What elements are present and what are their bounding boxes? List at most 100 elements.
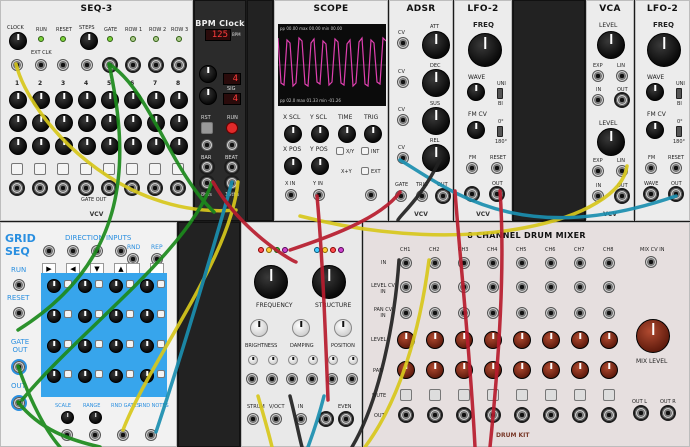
gridseq-pad-r2c2-knob[interactable] xyxy=(78,309,92,323)
gridseq-up-input-jack[interactable] xyxy=(43,245,55,257)
lfo2b-phase-switch[interactable] xyxy=(676,126,682,137)
gridseq-down-input-jack[interactable] xyxy=(91,245,103,257)
seq3-ext-clk-jack[interactable] xyxy=(11,59,23,71)
gridseq-pad-r3c1-knob[interactable] xyxy=(47,339,61,353)
drum-ch8-pan-cv-jack[interactable] xyxy=(603,307,615,319)
gridseq-pad-r1c3-gate[interactable] xyxy=(126,280,134,288)
scope-x-in-jack[interactable] xyxy=(285,189,297,201)
drum-ch1-mute-button[interactable] xyxy=(400,389,412,401)
drum-mixer-mixcv-jack[interactable] xyxy=(645,256,657,268)
drum-ch5-pan-knob[interactable] xyxy=(513,361,531,379)
resonator-cv-jack-5[interactable] xyxy=(326,373,338,385)
drum-ch8-pan-knob[interactable] xyxy=(600,361,618,379)
drum-ch4-level-knob[interactable] xyxy=(484,331,502,349)
resonator-attenuator-2[interactable] xyxy=(268,355,278,365)
seq3-step8-row2-knob[interactable] xyxy=(170,114,188,132)
resonator-attenuator-1[interactable] xyxy=(248,355,258,365)
drum-mixer-out-l-jack[interactable] xyxy=(635,407,647,419)
lfo2b-reset-jack[interactable] xyxy=(670,162,682,174)
drum-ch7-in-jack[interactable] xyxy=(574,257,586,269)
gridseq-bottom-jack-3[interactable] xyxy=(117,429,129,441)
drum-ch5-in-jack[interactable] xyxy=(516,257,528,269)
bpm-run-button[interactable] xyxy=(226,122,238,134)
seq3-step5-gate-out-jack[interactable] xyxy=(103,182,115,194)
gridseq-pad-r3c4-knob[interactable] xyxy=(140,339,154,353)
seq3-run-jack[interactable] xyxy=(35,59,47,71)
seq3-step8-gate-button[interactable] xyxy=(172,163,184,175)
seq3-steps-knob[interactable] xyxy=(80,32,98,50)
seq3-step7-gate-button[interactable] xyxy=(149,163,161,175)
seq3-step6-row3-knob[interactable] xyxy=(124,137,142,155)
gridseq-gate-out-jack[interactable] xyxy=(13,361,25,373)
gridseq-pad-r3c4[interactable] xyxy=(138,337,156,355)
seq3-step3-gate-button[interactable] xyxy=(57,163,69,175)
bpm-knob[interactable] xyxy=(199,65,217,83)
vca-out-jack-1[interactable] xyxy=(616,94,628,106)
lfo2a-fm-jack[interactable] xyxy=(466,162,478,174)
frequency-knob[interactable] xyxy=(254,265,288,299)
gridseq-pad-r4c1[interactable] xyxy=(45,367,63,385)
adsr-trig-jack[interactable] xyxy=(416,190,428,202)
drum-ch4-pan-cv-jack[interactable] xyxy=(487,307,499,319)
drum-ch6-pan-cv-jack[interactable] xyxy=(545,307,557,319)
gridseq-range-knob[interactable] xyxy=(89,411,102,424)
gridseq-pad-r1c3[interactable] xyxy=(107,277,125,295)
drum-ch5-level-knob[interactable] xyxy=(513,331,531,349)
gridseq-pad-r1c1-knob[interactable] xyxy=(47,279,61,293)
scope-y-in-jack[interactable] xyxy=(313,189,325,201)
vca-in-jack-1[interactable] xyxy=(592,94,604,106)
lfo2a-reset-jack[interactable] xyxy=(491,162,503,174)
gridseq-left-input-jack[interactable] xyxy=(115,245,127,257)
seq3-step7-row1-knob[interactable] xyxy=(147,91,165,109)
vca-lin-jack-1[interactable] xyxy=(616,70,628,82)
gridseq-pad-r1c4[interactable] xyxy=(138,277,156,295)
gridseq-pad-r2c4[interactable] xyxy=(138,307,156,325)
seq3-step1-gate-button[interactable] xyxy=(11,163,23,175)
drum-ch8-out-jack[interactable] xyxy=(603,409,615,421)
seq3-step6-row2-knob[interactable] xyxy=(124,114,142,132)
seq3-step5-row3-knob[interactable] xyxy=(101,137,119,155)
drum-ch2-level-knob[interactable] xyxy=(426,331,444,349)
seq3-step1-gate-out-jack[interactable] xyxy=(11,182,23,194)
seq3-step2-row1-knob[interactable] xyxy=(32,91,50,109)
seq3-step2-row3-knob[interactable] xyxy=(32,137,50,155)
scope-trig-knob[interactable] xyxy=(364,125,382,143)
bpm-rst-jack[interactable] xyxy=(201,139,213,151)
lfo2b-freq-knob[interactable] xyxy=(647,33,681,67)
lfo2a-wave-out-jack[interactable] xyxy=(466,188,478,200)
seq3-gate-jack[interactable] xyxy=(104,59,116,71)
bpm-16ths-jack[interactable] xyxy=(226,177,238,189)
seq3-step3-row1-knob[interactable] xyxy=(55,91,73,109)
drum-ch4-mute-button[interactable] xyxy=(487,389,499,401)
gridseq-pad-r3c3-gate[interactable] xyxy=(126,340,134,348)
gridseq-out-jack[interactable] xyxy=(13,397,25,409)
gridseq-run-jack[interactable] xyxy=(13,279,25,291)
structure-knob[interactable] xyxy=(312,265,346,299)
adsr-sus-cv-jack[interactable] xyxy=(397,114,409,126)
resonator-cv-jack-4[interactable] xyxy=(306,373,318,385)
damping-knob[interactable] xyxy=(292,319,310,337)
seq3-step3-row2-knob[interactable] xyxy=(55,114,73,132)
seq3-step5-row1-knob[interactable] xyxy=(101,91,119,109)
adsr-gate-jack[interactable] xyxy=(395,190,407,202)
brightness-knob[interactable] xyxy=(250,319,268,337)
drum-ch2-out-jack[interactable] xyxy=(429,409,441,421)
gridseq-pad-r4c2[interactable] xyxy=(76,367,94,385)
drum-ch3-out-jack[interactable] xyxy=(458,409,470,421)
gridseq-pad-r2c3-gate[interactable] xyxy=(126,310,134,318)
drum-ch6-level-cv-jack[interactable] xyxy=(545,281,557,293)
drum-ch5-level-cv-jack[interactable] xyxy=(516,281,528,293)
drum-ch6-mute-button[interactable] xyxy=(545,389,557,401)
drum-ch4-out-jack[interactable] xyxy=(487,409,499,421)
drum-ch3-in-jack[interactable] xyxy=(458,257,470,269)
adsr-release-knob[interactable] xyxy=(422,144,450,172)
vca-in-jack-2[interactable] xyxy=(592,190,604,202)
gridseq-pad-r4c1-gate[interactable] xyxy=(64,370,72,378)
gridseq-pad-r2c2[interactable] xyxy=(76,307,94,325)
drum-ch5-out-jack[interactable] xyxy=(516,409,528,421)
bpm-sig-knob[interactable] xyxy=(199,87,217,105)
drum-ch2-pan-knob[interactable] xyxy=(426,361,444,379)
seq3-step5-gate-button[interactable] xyxy=(103,163,115,175)
gridseq-pad-r3c2-knob[interactable] xyxy=(78,339,92,353)
gridseq-pad-r3c3-knob[interactable] xyxy=(109,339,123,353)
